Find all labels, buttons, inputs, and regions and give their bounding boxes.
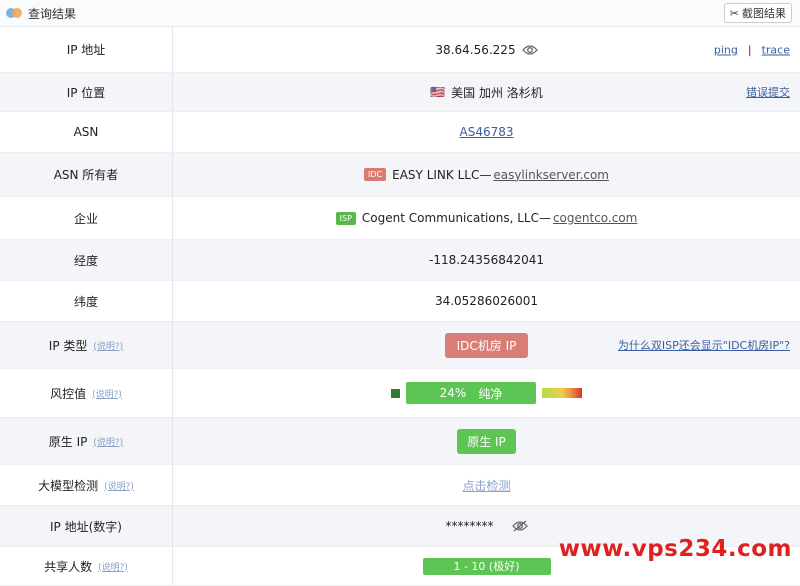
longitude-value: -118.24356842041 [428,253,545,267]
trace-link[interactable]: trace [762,43,790,56]
app-logo-icon [6,7,22,19]
results-table: IP 地址 38.64.56.225 ping | trace IP 位置 🇺🇸… [0,27,800,586]
ping-link[interactable]: ping [714,43,738,56]
label-native-ip: 原生 IP [48,434,88,449]
label-risk-score: 风控值 [50,386,87,401]
why-idc-link[interactable]: 为什么双ISP还会显示"IDC机房IP"? [618,339,790,352]
label-ip-numeric: IP 地址(数字) [0,506,173,546]
label-ip-type: IP 类型 [48,338,88,353]
label-latitude: 纬度 [0,281,173,321]
row-native-ip: 原生 IP (说明?) 原生 IP [0,418,800,465]
row-latitude: 纬度 34.05286026001 [0,281,800,322]
risk-status: 纯净 [478,386,503,401]
row-company: 企业 ISP Cogent Communications, LLC— cogen… [0,197,800,240]
row-asn-owner: ASN 所有者 IDC EASY LINK LLC— easylinkserve… [0,153,800,197]
label-longitude: 经度 [0,240,173,280]
native-help-link[interactable]: (说明?) [93,435,123,448]
ip-numeric-value: ******** [445,519,494,533]
row-llm-detection: 大模型检测 (说明?) 点击检测 [0,465,800,506]
header-title: 查询结果 [28,6,77,21]
llm-help-link[interactable]: (说明?) [104,479,134,492]
risk-score-bar: 24% 纯净 [406,382,536,404]
screenshot-button[interactable]: ✂ 截图结果 [723,3,792,23]
eye-icon[interactable] [521,44,538,56]
asn-owner-name: EASY LINK LLC— [392,167,492,182]
risk-gradient-scale [542,388,582,398]
risk-meter: 24% 纯净 [391,382,582,404]
ip-type-badge: IDC机房 IP [444,332,529,358]
eye-off-icon[interactable] [511,520,528,532]
link-separator: | [747,43,752,56]
label-asn: ASN [0,112,173,152]
company-name: Cogent Communications, LLC— [361,211,551,225]
row-longitude: 经度 -118.24356842041 [0,240,800,281]
risk-indicator-square [391,388,400,398]
row-ip-type: IP 类型 (说明?) IDC机房 IP 为什么双ISP还会显示"IDC机房IP… [0,322,800,369]
label-ip-location: IP 位置 [0,73,173,111]
row-ip-location: IP 位置 🇺🇸 美国 加州 洛杉机 错误提交 [0,73,800,112]
click-detect-link[interactable]: 点击检测 [462,477,510,494]
watermark: www.vps234.com [558,536,792,562]
company-domain-link[interactable]: cogentco.com [553,211,637,225]
results-header: 查询结果 ✂ 截图结果 [0,0,800,27]
shared-users-bar: 1 - 10 (极好) [422,557,551,575]
idc-tag: IDC [364,168,387,181]
isp-tag: ISP [335,211,356,225]
native-ip-badge: 原生 IP [457,428,516,454]
risk-help-link[interactable]: (说明?) [92,387,122,400]
label-company: 企业 [0,197,173,239]
screenshot-button-label: 截图结果 [742,7,786,20]
label-llm-detection: 大模型检测 [38,478,99,493]
latitude-value: 34.05286026001 [434,294,539,308]
report-error-link[interactable]: 错误提交 [746,86,790,99]
shared-help-link[interactable]: (说明?) [98,560,128,573]
row-ip-address: IP 地址 38.64.56.225 ping | trace [0,27,800,73]
label-ip-address: IP 地址 [0,27,173,72]
label-asn-owner: ASN 所有者 [0,153,173,196]
asn-link[interactable]: AS46783 [460,125,514,139]
label-shared-users: 共享人数 [44,559,93,574]
ip-location-value: 美国 加州 洛杉机 [451,85,543,100]
asn-owner-domain-link[interactable]: easylinkserver.com [493,168,609,182]
ip-address-value: 38.64.56.225 [435,42,516,57]
risk-percent: 24% [439,386,467,400]
us-flag-icon: 🇺🇸 [430,85,446,99]
ip-type-help-link[interactable]: (说明?) [93,339,123,352]
row-risk-score: 风控值 (说明?) 24% 纯净 [0,369,800,418]
scissors-icon: ✂ [729,6,739,20]
row-asn: ASN AS46783 [0,112,800,153]
